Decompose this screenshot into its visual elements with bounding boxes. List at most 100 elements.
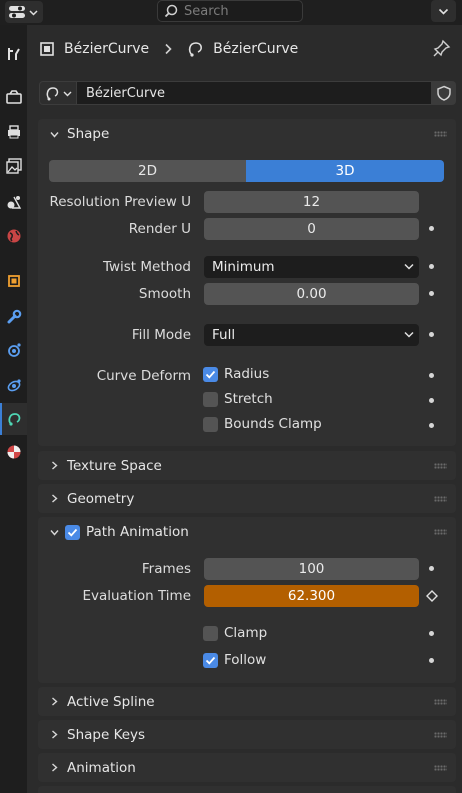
tab-tool[interactable] [0, 38, 27, 70]
animate-property-dot[interactable] [429, 398, 434, 403]
panel-title: Texture Space [67, 457, 162, 474]
drag-handle-icon[interactable] [434, 765, 447, 771]
animate-property-dot[interactable] [429, 373, 434, 378]
path-animation-panel: Path Animation Frames 100 Evaluation Tim… [38, 517, 456, 683]
animate-property-dot[interactable] [429, 658, 434, 663]
breadcrumb-object: BézierCurve [64, 41, 150, 57]
search-input[interactable]: Search [157, 0, 303, 22]
properties-editor-icon [9, 6, 25, 18]
shape-keys-panel-header[interactable]: Shape Keys [38, 720, 456, 749]
shape-keys-panel[interactable]: Shape Keys [38, 720, 456, 749]
datablock-browse-button[interactable] [39, 81, 77, 105]
animate-property-dot[interactable] [429, 226, 434, 231]
smooth-field[interactable]: 0.00 [204, 283, 419, 305]
animation-panel-header[interactable]: Animation [38, 753, 456, 782]
animate-property-dot[interactable] [429, 291, 434, 296]
shape-panel-header[interactable]: Shape [38, 119, 456, 149]
panel-title: Path Animation [86, 524, 189, 540]
twist-method-label: Twist Method [102, 259, 191, 275]
dimensions-2d-button[interactable]: 2D [49, 160, 246, 182]
curve-data-icon [189, 42, 203, 57]
tab-curve-data[interactable] [0, 403, 27, 435]
world-icon [7, 229, 20, 243]
fill-mode-select[interactable]: Full [204, 324, 419, 346]
drag-handle-icon[interactable] [434, 131, 447, 137]
pin-button[interactable] [433, 39, 451, 61]
scene-icon [7, 196, 21, 209]
evaluation-time-field[interactable]: 62.300 [204, 585, 419, 607]
animation-panel[interactable]: Animation [38, 753, 456, 782]
tab-view-layer[interactable] [0, 150, 27, 182]
datablock-name-field[interactable]: BézierCurve [77, 81, 432, 105]
chevron-right-icon [52, 697, 58, 706]
image-layers-icon [5, 158, 22, 174]
tab-material[interactable] [0, 436, 27, 468]
animate-property-dot[interactable] [429, 332, 434, 337]
animate-property-dot[interactable] [429, 423, 434, 428]
active-spline-panel[interactable]: Active Spline [38, 687, 456, 716]
checkbox-unchecked-icon [203, 416, 218, 432]
tab-physics[interactable] [0, 369, 27, 401]
texture-space-panel[interactable]: Texture Space [38, 451, 456, 480]
drag-handle-icon[interactable] [434, 699, 447, 705]
follow-checkbox[interactable]: Follow [203, 652, 266, 668]
panel-title: Shape [67, 126, 110, 142]
clamp-label: Clamp [224, 625, 268, 641]
tab-output[interactable] [0, 116, 27, 148]
radius-checkbox[interactable]: Radius [203, 366, 269, 382]
path-animation-enable-checkbox[interactable] [65, 524, 80, 540]
checkbox-unchecked-icon [203, 391, 218, 407]
wrench-icon [7, 309, 21, 324]
tab-scene[interactable] [0, 186, 27, 218]
tab-render[interactable] [0, 81, 27, 113]
animate-property-dot[interactable] [429, 631, 434, 636]
pin-icon [433, 39, 451, 57]
header-bar: Search [0, 0, 462, 25]
tab-object[interactable] [0, 265, 27, 297]
chevron-down-icon [29, 9, 38, 16]
clamp-checkbox[interactable]: Clamp [203, 625, 267, 641]
bounds-clamp-label: Bounds Clamp [224, 416, 322, 432]
drag-handle-icon[interactable] [434, 529, 447, 535]
geometry-panel-header[interactable]: Geometry [38, 484, 456, 513]
curve-data-icon [46, 87, 58, 101]
tab-particles[interactable] [0, 334, 27, 366]
checkbox-unchecked-icon [203, 625, 218, 641]
stretch-label: Stretch [224, 391, 273, 407]
frames-field[interactable]: 100 [204, 558, 419, 580]
texture-space-panel-header[interactable]: Texture Space [38, 451, 456, 480]
animate-property-dot[interactable] [429, 264, 434, 269]
stretch-checkbox[interactable]: Stretch [203, 391, 273, 407]
geometry-panel[interactable]: Geometry [38, 484, 456, 513]
drag-handle-icon[interactable] [434, 463, 447, 469]
next-panel-edge [38, 786, 456, 793]
chevron-right-icon [52, 763, 58, 772]
radius-label: Radius [224, 366, 270, 382]
render-resolution-field[interactable]: 0 [204, 218, 419, 240]
chevron-right-icon [165, 43, 172, 55]
panel-title: Animation [67, 759, 136, 776]
breadcrumb: BézierCurve BézierCurve [38, 36, 298, 62]
options-dropdown-button[interactable] [431, 0, 456, 22]
dimensions-3d-button[interactable]: 3D [246, 160, 444, 182]
chevron-down-icon [63, 91, 71, 96]
printer-icon [7, 125, 20, 139]
animate-property-dot[interactable] [429, 566, 434, 571]
bounds-clamp-checkbox[interactable]: Bounds Clamp [203, 416, 322, 432]
editor-type-button[interactable] [5, 1, 43, 23]
keyframe-diamond-icon[interactable] [426, 590, 438, 602]
smooth-label: Smooth [138, 286, 191, 302]
render-resolution-label: Render U [128, 221, 191, 237]
twist-method-select[interactable]: Minimum [204, 256, 419, 278]
drag-handle-icon[interactable] [434, 496, 447, 502]
camera-back-icon [5, 90, 22, 104]
path-animation-panel-header[interactable]: Path Animation [38, 517, 456, 547]
chevron-down-icon [404, 331, 414, 338]
tab-modifiers[interactable] [0, 301, 27, 333]
tab-world[interactable] [0, 220, 27, 252]
fake-user-button[interactable] [431, 81, 456, 105]
drag-handle-icon[interactable] [434, 732, 447, 738]
resolution-preview-field[interactable]: 12 [204, 191, 419, 213]
chevron-down-icon [50, 131, 59, 138]
active-spline-panel-header[interactable]: Active Spline [38, 687, 456, 716]
